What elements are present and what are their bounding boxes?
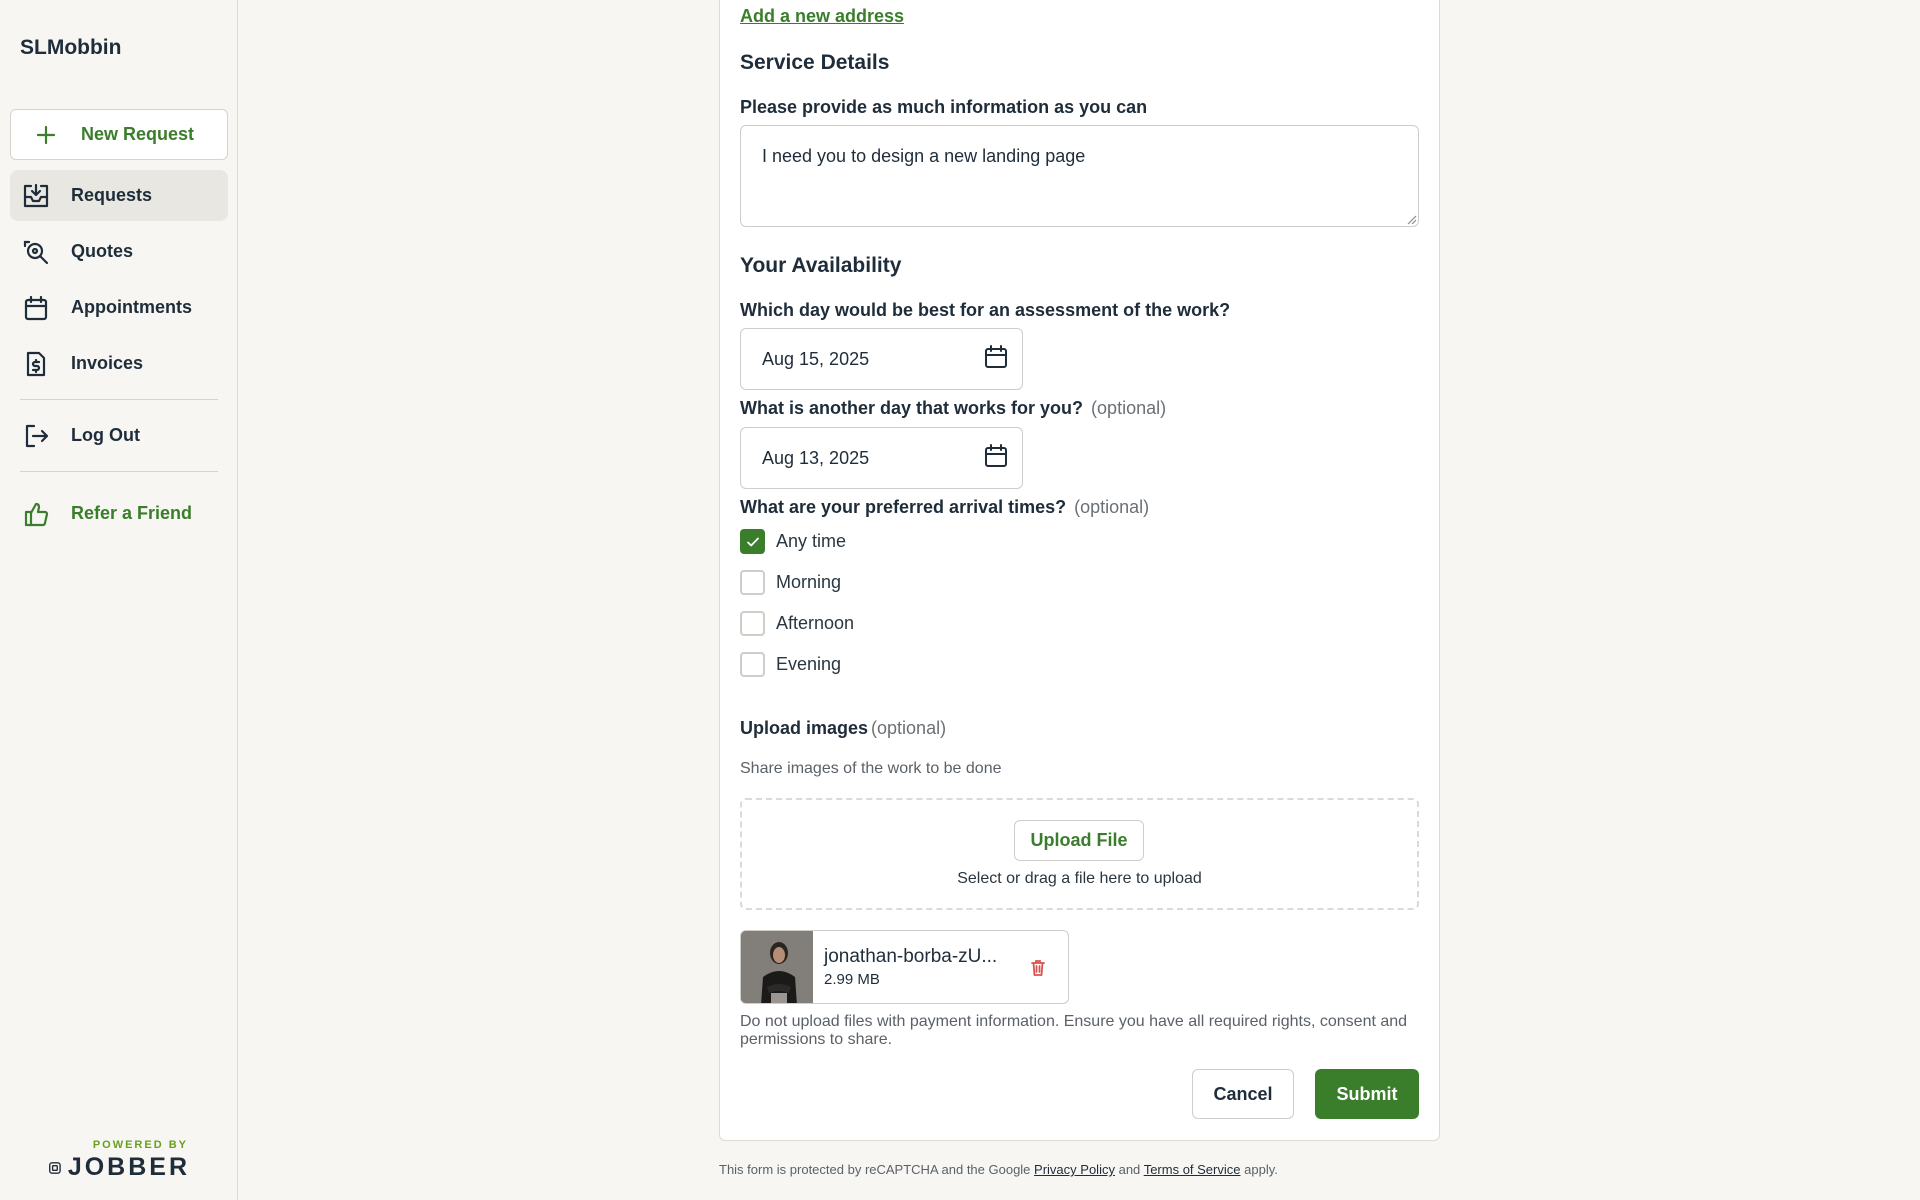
recaptcha-suffix: apply.: [1244, 1162, 1278, 1177]
thumbs-up-icon: [22, 500, 50, 528]
file-thumbnail: [741, 931, 813, 1003]
sidebar-item-appointments[interactable]: Appointments: [10, 282, 228, 333]
first-day-date-input[interactable]: Aug 15, 2025: [740, 328, 1023, 390]
file-size: 2.99 MB: [824, 971, 880, 988]
sidebar-item-quotes[interactable]: Quotes: [10, 226, 228, 277]
second-day-label: What is another day that works for you? (…: [740, 398, 1166, 419]
arrival-option-label: Afternoon: [776, 613, 855, 633]
arrival-option-label: Evening: [776, 654, 842, 674]
sidebar-item-requests[interactable]: Requests: [10, 170, 228, 221]
arrival-times-label-text: What are your preferred arrival times?: [740, 497, 1067, 517]
logout-icon: [22, 422, 50, 450]
checkbox[interactable]: [740, 570, 765, 595]
new-request-label: New Request: [81, 124, 195, 144]
arrival-times-label: What are your preferred arrival times? (o…: [740, 497, 1149, 518]
upload-images-label-text: Upload images: [740, 718, 869, 738]
checkbox[interactable]: [740, 652, 765, 677]
calendar-icon[interactable]: [983, 344, 1009, 375]
logout-label: Log Out: [71, 425, 140, 445]
sidebar-item-label: Quotes: [71, 241, 134, 261]
inbox-icon: [22, 182, 50, 210]
upload-subtext: Share images of the work to be done: [740, 760, 1002, 777]
sidebar-item-invoices[interactable]: Invoices: [10, 338, 228, 389]
calendar-icon: [22, 294, 50, 322]
arrival-option-morning[interactable]: Morning: [740, 570, 841, 595]
cancel-button[interactable]: Cancel: [1192, 1069, 1294, 1119]
jobber-logo: JOBBER: [48, 1153, 190, 1182]
check-icon: [746, 537, 759, 546]
sidebar-divider: [20, 471, 218, 472]
jobber-brand-text: JOBBER: [67, 1153, 190, 1181]
upload-images-label: Upload images (optional): [740, 718, 946, 739]
add-address-link[interactable]: Add a new address: [740, 6, 904, 27]
refer-label: Refer a Friend: [71, 503, 193, 523]
new-request-button[interactable]: New Request: [10, 109, 228, 160]
terms-of-service-link[interactable]: Terms of Service: [1144, 1162, 1241, 1177]
file-name: jonathan-borba-zU...: [824, 946, 998, 967]
arrival-option-any-time[interactable]: Any time: [740, 529, 846, 554]
refer-friend-button[interactable]: Refer a Friend: [10, 488, 228, 539]
optional-tag: (optional): [1074, 497, 1150, 517]
brand-name: SLMobbin: [20, 36, 122, 59]
resize-grip-icon[interactable]: [1405, 213, 1417, 225]
info-label: Please provide as much information as yo…: [740, 97, 1148, 117]
logout-button[interactable]: Log Out: [10, 410, 228, 461]
sidebar-item-label: Appointments: [71, 297, 192, 317]
arrival-option-afternoon[interactable]: Afternoon: [740, 611, 854, 636]
optional-tag: (optional): [871, 718, 947, 738]
service-details-heading: Service Details: [740, 51, 890, 74]
arrival-option-label: Morning: [776, 572, 842, 592]
checkbox[interactable]: [740, 611, 765, 636]
second-day-label-text: What is another day that works for you?: [740, 398, 1084, 418]
calendar-icon[interactable]: [983, 443, 1009, 474]
sidebar-item-label: Invoices: [71, 353, 144, 373]
jobber-logo-icon: [49, 1161, 61, 1174]
powered-by-text: POWERED BY: [92, 1139, 188, 1151]
powered-by-jobber: POWERED BY JOBBER: [48, 1139, 190, 1182]
dropzone-hint: Select or drag a file here to upload: [957, 870, 1202, 887]
sidebar-item-label: Requests: [71, 185, 153, 205]
second-day-value: Aug 13, 2025: [762, 447, 870, 468]
sidebar: SLMobbin New Request Requests Quotes App…: [0, 0, 238, 1200]
recaptcha-and: and: [1118, 1162, 1141, 1177]
optional-tag: (optional): [1091, 398, 1167, 418]
checkbox-checked[interactable]: [740, 529, 765, 554]
quote-search-icon: [22, 238, 50, 266]
first-day-value: Aug 15, 2025: [762, 348, 870, 369]
privacy-policy-link[interactable]: Privacy Policy: [1034, 1162, 1115, 1177]
recaptcha-prefix: This form is protected by reCAPTCHA and …: [719, 1162, 1031, 1177]
first-day-label: Which day would be best for an assessmen…: [740, 300, 1231, 320]
arrival-option-label: Any time: [776, 531, 847, 551]
sidebar-divider: [20, 399, 218, 400]
recaptcha-note: This form is protected by reCAPTCHA and …: [719, 1162, 1278, 1177]
availability-heading: Your Availability: [740, 254, 902, 277]
upload-disclaimer: Do not upload files with payment informa…: [740, 1013, 1408, 1048]
invoice-dollar-icon: [22, 350, 50, 378]
plus-icon: [35, 124, 57, 146]
upload-file-button[interactable]: Upload File: [1014, 820, 1144, 861]
uploaded-file-chip: jonathan-borba-zU... 2.99 MB: [740, 930, 1069, 1004]
arrival-option-evening[interactable]: Evening: [740, 652, 841, 677]
service-details-textarea[interactable]: [740, 125, 1419, 227]
second-day-date-input[interactable]: Aug 13, 2025: [740, 427, 1023, 489]
submit-button[interactable]: Submit: [1315, 1069, 1419, 1119]
trash-icon[interactable]: [1028, 958, 1048, 978]
